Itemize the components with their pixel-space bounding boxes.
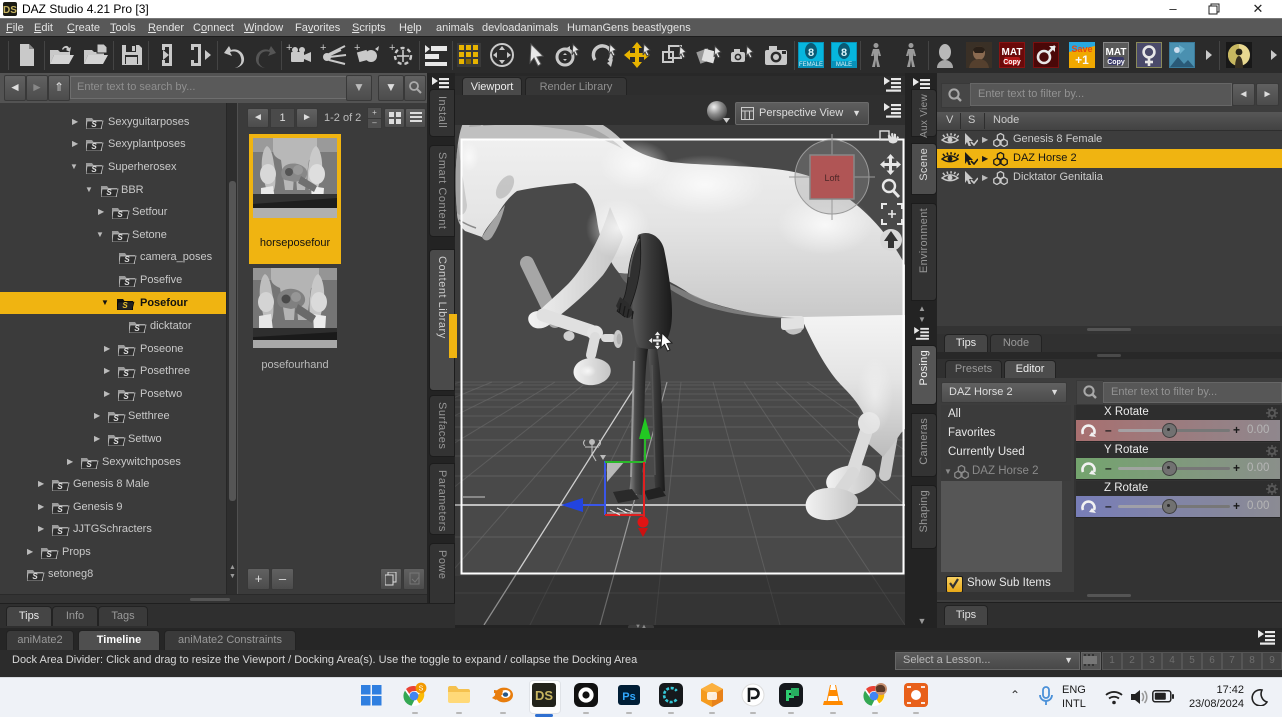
svg-text:S: S <box>123 347 129 356</box>
svg-text:Copy: Copy <box>1003 59 1021 66</box>
svg-text:MAT: MAT <box>1106 47 1127 58</box>
svg-text:S: S <box>123 369 129 378</box>
svg-text:MAT: MAT <box>1002 47 1023 58</box>
svg-text:8: 8 <box>808 47 814 59</box>
svg-text:S: S <box>134 324 140 333</box>
svg-text:S: S <box>57 482 63 491</box>
svg-text:S: S <box>106 188 112 197</box>
svg-text:Copy: Copy <box>1107 59 1125 66</box>
svg-text:S: S <box>123 392 129 401</box>
svg-text:DS: DS <box>535 688 553 703</box>
svg-text:S: S <box>419 686 424 693</box>
svg-text:S: S <box>91 165 97 174</box>
svg-text:Ps: Ps <box>622 691 635 703</box>
svg-text:S: S <box>91 120 97 129</box>
svg-text:MALE: MALE <box>836 62 852 68</box>
svg-text:+1: +1 <box>1075 53 1089 67</box>
svg-text:S: S <box>124 255 130 264</box>
svg-text:S: S <box>124 278 130 287</box>
svg-text:FEMALE: FEMALE <box>799 62 823 68</box>
svg-text:+: + <box>389 42 395 54</box>
svg-text:S: S <box>91 142 97 151</box>
svg-text:S: S <box>86 460 92 469</box>
svg-text:S: S <box>57 505 63 514</box>
svg-text:S: S <box>122 301 128 310</box>
svg-text:S: S <box>117 210 123 219</box>
svg-text:S: S <box>57 527 63 536</box>
svg-text:S: S <box>46 550 52 559</box>
svg-text:S: S <box>113 414 119 423</box>
svg-text:S: S <box>117 233 123 242</box>
svg-text:8: 8 <box>841 47 847 59</box>
svg-text:DS: DS <box>3 5 17 16</box>
svg-text:S: S <box>113 437 119 446</box>
svg-text:+: + <box>320 42 326 54</box>
svg-text:Loft: Loft <box>824 173 840 183</box>
svg-text:S: S <box>32 572 38 581</box>
